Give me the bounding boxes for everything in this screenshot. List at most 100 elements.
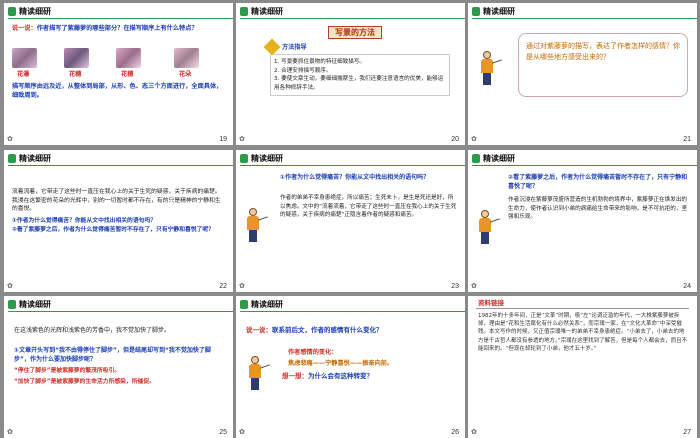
slide-20[interactable]: 精读细研 写景的方法 方法指导 1. 写景要抓住景物的特征细致描写。 2. 合理… [236, 3, 465, 145]
slide-number: 25 [219, 429, 227, 436]
header-divider [8, 18, 233, 19]
section-icon [240, 7, 248, 16]
answer-line-2: “加快了脚步”是被紫藤萝的生命活力所感染，所催促。 [14, 379, 155, 385]
header-divider [472, 18, 697, 19]
question-text: 通过对紫藤萝的描写，表达了作者怎样的感情？你是从哪些地方感受出来的？ [526, 42, 680, 61]
gear-icon: ✿ [471, 428, 477, 436]
gear-icon: ✿ [239, 428, 245, 436]
header-divider [240, 18, 465, 19]
slide-header: 精读细研 [4, 150, 233, 167]
gear-icon: ✿ [7, 135, 13, 143]
question-text: 说一说：联系前后文，作者的感情有什么变化？ [246, 326, 383, 334]
section-icon [8, 154, 16, 163]
gear-icon: ✿ [239, 282, 245, 290]
teacher-figure [246, 356, 270, 390]
header-divider [8, 165, 233, 166]
slide-22[interactable]: 精读细研 流着流着，它带走了这些时一直压在我心上的关于生死的疑惑，关于疾病的痛楚… [4, 150, 233, 292]
gear-icon: ✿ [7, 282, 13, 290]
heading-divider [476, 308, 689, 309]
section-title: 精读细研 [483, 154, 515, 163]
slide-number: 24 [683, 283, 691, 290]
wisteria-photo [12, 48, 37, 68]
change-label: 作者感情的变化： [288, 349, 338, 356]
section-icon [472, 7, 480, 16]
gear-icon: ✿ [471, 282, 477, 290]
slide-number: 23 [451, 283, 459, 290]
teacher-figure [244, 208, 268, 242]
answer-line-1: “停住了脚步”是被紫藤萝的繁茂所吸引。 [14, 368, 121, 374]
teacher-figure [478, 51, 502, 85]
guide-title: 方法指导 [282, 44, 307, 51]
header-divider [240, 311, 465, 312]
photo-label: 花瀑 [17, 71, 30, 78]
slide-23[interactable]: 精读细研 ①作者为什么觉得痛苦？你能从文中找出相关的语句吗？ 作者的弟弟不幸身患… [236, 150, 465, 292]
section-title: 精读细研 [251, 300, 283, 309]
section-title: 精读细研 [251, 154, 283, 163]
photo-label: 花朵 [179, 71, 192, 78]
slide-number: 21 [683, 136, 691, 143]
slide-26[interactable]: 精读细研 说一说：联系前后文，作者的感情有什么变化？ 作者感情的变化： 焦虑悲痛… [236, 296, 465, 438]
wisteria-photo [116, 48, 141, 68]
gear-icon: ✿ [7, 428, 13, 436]
slide-header: 精读细研 [468, 150, 697, 167]
section-icon [240, 300, 248, 309]
guide-line: 1. 写景要抓住景物的特征细致描写。 [274, 59, 366, 65]
question-2: ②看了紫藤萝之后，作者为什么觉得痛苦暂时不存在了，只有宁静和喜悦了呢？ [12, 227, 215, 233]
change-text: 焦虑悲痛——宁静喜悦——振奋向前。 [288, 360, 394, 367]
teacher-figure [476, 210, 500, 244]
think-question: 想一想：为什么会有这种转变？ [282, 372, 373, 380]
pencil-icon [263, 38, 281, 56]
passage-text: 流着流着，它带走了这些时一直压在我心上的关于生死的疑惑，关于疾病的痛楚。我浸在这… [12, 189, 221, 212]
slide-number: 26 [451, 429, 459, 436]
section-icon [8, 300, 16, 309]
method-banner: 写景的方法 [328, 26, 382, 39]
slide-header: 精读细研 [236, 150, 465, 167]
slide-header: 精读细研 [4, 3, 233, 20]
section-title: 精读细研 [483, 7, 515, 16]
question-1: ①作者为什么觉得痛苦？你能从文中找出相关的语句吗？ [12, 218, 157, 224]
header-divider [240, 165, 465, 166]
photo-label: 花穗 [69, 71, 82, 78]
slide-19[interactable]: 精读细研 说一说：作者描写了紫藤萝的哪些部分？在描写顺序上有什么特点？ 花瀑 花… [4, 3, 233, 145]
slide-number: 19 [219, 136, 227, 143]
slide-number: 27 [683, 429, 691, 436]
guide-line: 2. 合理安排描写顺序。 [274, 67, 332, 74]
question-text: ①文章开头写到“我不由得停住了脚步”，但是结尾却写到“我不觉加快了脚步”，作为什… [14, 347, 211, 363]
photo-label: 花穗 [121, 71, 134, 78]
slide-25[interactable]: 精读细研 在这浅紫色的光辉和浅紫色的芳香中，我不觉加快了脚步。 ①文章开头写到“… [4, 296, 233, 438]
guide-box: 1. 写景要抓住景物的特征细致描写。 2. 合理安排描写顺序。 3. 要使文章生… [270, 54, 450, 96]
wisteria-photo [174, 48, 199, 68]
guide-line: 3. 要使文章生动，要细细揣摩生，我们还要注意语言的优美，能够运用各种修辞手法。 [274, 76, 444, 91]
answer-text: 作者沉浸在紫藤萝茂盛所营造的生机勃勃的境界中，紫藤萝正在焕发出的生命力，使作者认… [508, 197, 688, 220]
passage-text: 在这浅紫色的光辉和浅紫色的芳香中，我不觉加快了脚步。 [14, 327, 171, 334]
section-icon [8, 7, 16, 16]
question-text: ②看了紫藤萝之后，作者为什么觉得痛苦暂时不存在了，只有宁静和喜悦了呢？ [508, 174, 688, 190]
section-title: 精读细研 [251, 7, 283, 16]
reference-text: 1982年的十多年间，正是“文革”时期，极“左”论调泛滥的年代，一大株紫藤萝被拆… [478, 313, 688, 352]
gear-icon: ✿ [471, 135, 477, 143]
slide-number: 20 [451, 136, 459, 143]
header-divider [8, 311, 233, 312]
section-icon [472, 154, 480, 163]
section-icon [240, 154, 248, 163]
section-title: 精读细研 [19, 154, 51, 163]
slide-header: 精读细研 [4, 296, 233, 313]
slide-header: 精读细研 [236, 296, 465, 313]
section-title: 精读细研 [19, 7, 51, 16]
slide-number: 22 [219, 283, 227, 290]
question: 说一说：作者描写了紫藤萝的哪些部分？在描写顺序上有什么特点？ [12, 25, 198, 32]
wisteria-photo [64, 48, 89, 68]
slide-header: 精读细研 [468, 3, 697, 20]
slide-27[interactable]: 资料链接 1982年的十多年间，正是“文革”时期，极“左”论调泛滥的年代，一大株… [468, 296, 697, 438]
slide-header: 精读细研 [236, 3, 465, 20]
answer-text: 描写顺序由远及近，从整体到局部，从形、色、态三个方面进行，全面具体，细致周到。 [12, 83, 223, 99]
slide-24[interactable]: 精读细研 ②看了紫藤萝之后，作者为什么觉得痛苦暂时不存在了，只有宁静和喜悦了呢？… [468, 150, 697, 292]
answer-text: 作者的弟弟不幸身患绝症，所以痛苦；生死未卜，是生是死还是好，所以焦虑。文中的“流… [280, 195, 457, 218]
slide-21[interactable]: 精读细研 通过对紫藤萝的描写，表达了作者怎样的感情？你是从哪些地方感受出来的？ … [468, 3, 697, 145]
section-title: 精读细研 [19, 300, 51, 309]
gear-icon: ✿ [239, 135, 245, 143]
header-divider [472, 165, 697, 166]
slide-sorter-grid: 精读细研 说一说：作者描写了紫藤萝的哪些部分？在描写顺序上有什么特点？ 花瀑 花… [0, 0, 700, 438]
reference-heading: 资料链接 [478, 299, 504, 307]
question-text: ①作者为什么觉得痛苦？你能从文中找出相关的语句吗？ [280, 174, 430, 181]
